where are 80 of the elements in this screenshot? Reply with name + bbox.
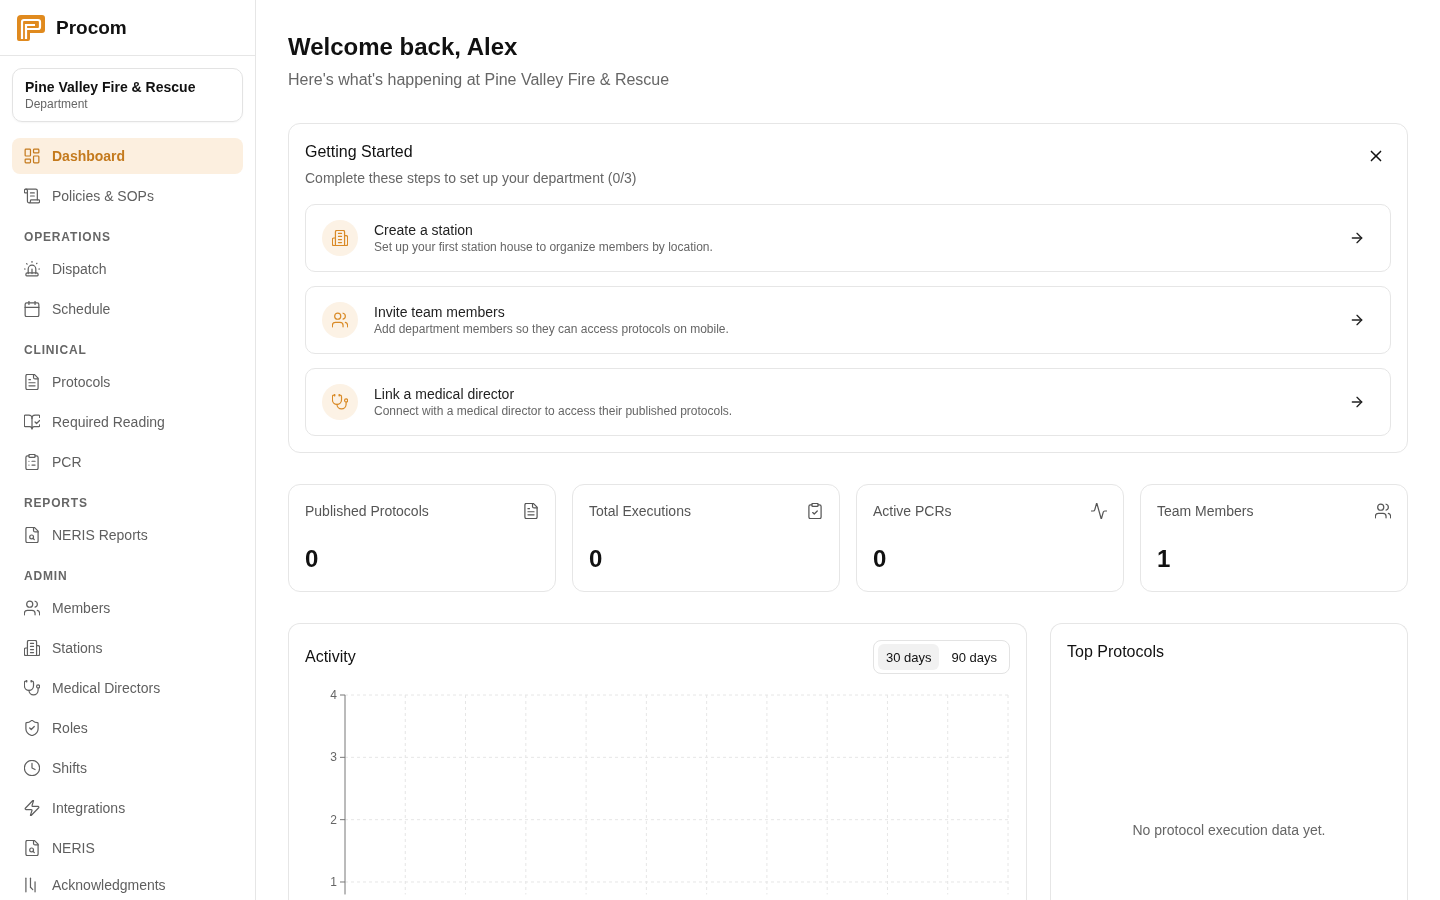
lightning-icon <box>24 800 40 816</box>
card-subtitle: Complete these steps to set up your department (0/3) <box>305 169 637 188</box>
arrow-right-icon <box>1350 395 1364 409</box>
section-heading: REPORTS <box>23 495 89 512</box>
pulse-icon <box>1091 503 1107 519</box>
document-icon <box>24 374 40 390</box>
users-icon <box>24 600 40 616</box>
department-type: Department <box>25 96 89 112</box>
siren-icon <box>24 261 40 277</box>
nav-item[interactable]: Required Reading <box>12 404 243 440</box>
users-icon <box>322 302 358 338</box>
stat-label: Active PCRs <box>873 502 952 521</box>
shield-check-icon <box>24 720 40 736</box>
step-title: Invite team members <box>374 303 506 321</box>
calendar-icon <box>24 301 40 317</box>
nav-item[interactable]: Integrations <box>12 790 243 826</box>
card-title: Getting Started <box>305 142 414 162</box>
nav-item[interactable]: Stations <box>12 630 243 666</box>
step-title: Link a medical director <box>374 385 516 403</box>
document-icon <box>523 503 539 519</box>
nav-item[interactable]: PCR <box>12 444 243 480</box>
section-heading: OPERATIONS <box>23 229 112 246</box>
step-description: Add department members so they can access protocols on mobile. <box>374 321 730 337</box>
nav-item[interactable]: Protocols <box>12 364 243 400</box>
clock-icon <box>24 760 40 776</box>
clipboard-list-icon <box>24 454 40 470</box>
stat-value: 0 <box>305 544 320 574</box>
stat-label: Team Members <box>1157 502 1254 521</box>
nav-item[interactable]: Medical Directors <box>12 670 243 706</box>
step-description: Connect with a medical director to access their published protocols. <box>374 403 734 419</box>
card-title: Top Protocols <box>1067 642 1164 662</box>
section-heading: CLINICAL <box>23 342 88 359</box>
stat-value: 0 <box>589 544 604 574</box>
nav-item[interactable]: Schedule <box>12 291 243 327</box>
users-icon <box>1375 503 1391 519</box>
nav-item[interactable]: Roles <box>12 710 243 746</box>
nav-item[interactable]: Dispatch <box>12 251 243 287</box>
nav-item[interactable]: NERIS Reports <box>12 517 243 553</box>
y-tick-label: 3 <box>330 750 337 765</box>
arrow-right-icon <box>1350 231 1364 245</box>
step-title: Create a station <box>374 221 474 239</box>
building-icon <box>24 640 40 656</box>
close-icon <box>1368 148 1384 164</box>
brand-name: Procom <box>56 16 127 39</box>
book-check-icon <box>24 414 40 430</box>
nav-item[interactable]: NERIS <box>12 830 243 866</box>
step-card[interactable]: Create a station Set up your first station house to organize members by location. <box>305 204 1391 272</box>
department-name: Pine Valley Fire & Rescue <box>25 78 197 96</box>
stat-value: 1 <box>1157 544 1172 574</box>
stat-label: Published Protocols <box>305 502 429 521</box>
file-search-icon <box>24 840 40 856</box>
stat-value: 0 <box>873 544 888 574</box>
stat-label: Total Executions <box>589 502 691 521</box>
stethoscope-icon <box>24 680 40 696</box>
step-description: Set up your first station house to organize members by location. <box>374 239 714 255</box>
range-option[interactable]: 90 days <box>943 644 1005 670</box>
section-heading: ADMIN <box>23 568 69 585</box>
scroll-icon <box>24 188 40 204</box>
y-tick-label: 1 <box>330 875 337 889</box>
nav-item[interactable]: Shifts <box>12 750 243 786</box>
arrow-right-icon <box>1350 313 1364 327</box>
stethoscope-icon <box>322 384 358 420</box>
logo-icon <box>16 13 46 42</box>
y-tick-label: 2 <box>330 812 337 827</box>
building-icon <box>322 220 358 256</box>
page-title: Welcome back, Alex <box>288 32 519 62</box>
clipboard-check-icon <box>807 503 823 519</box>
step-card[interactable]: Link a medical director Connect with a medical director to access their published protocols. <box>305 368 1391 436</box>
empty-message: No protocol execution data yet. <box>1132 821 1326 840</box>
grid-icon <box>24 148 40 164</box>
file-search-icon <box>24 527 40 543</box>
y-tick-label: 4 <box>330 688 337 702</box>
nav-item[interactable]: Policies & SOPs <box>12 178 243 214</box>
page-subtitle: Here's what's happening at Pine Valley Fire & Rescue <box>288 70 671 90</box>
range-option[interactable]: 30 days <box>877 644 940 670</box>
department-switcher[interactable]: Pine Valley Fire & Rescue Department <box>12 68 243 122</box>
card-title: Activity <box>305 647 356 667</box>
nav-item[interactable]: Acknowledgments <box>12 870 243 900</box>
nav-item[interactable]: Members <box>12 590 243 626</box>
step-card[interactable]: Invite team members Add department members so they can access protocols on mobile. <box>305 286 1391 354</box>
